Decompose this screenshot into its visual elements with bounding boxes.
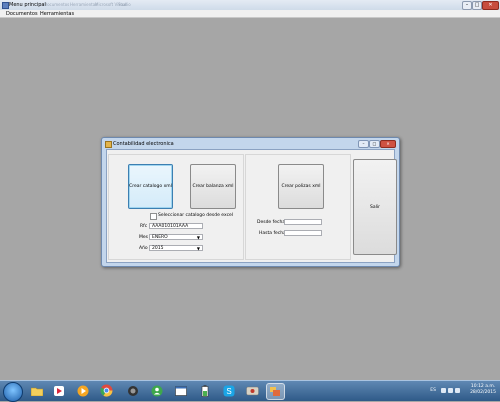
clock[interactable]: 10:12 a.m. 28/02/2015 xyxy=(470,384,496,396)
clock-date: 28/02/2015 xyxy=(470,390,496,395)
close-button[interactable]: ✕ xyxy=(482,1,499,10)
chevron-down-icon: ▼ xyxy=(196,246,200,251)
rfc-label: Rfc xyxy=(140,224,148,229)
folder-icon[interactable] xyxy=(28,383,45,398)
main-window-title: Menu principal xyxy=(9,2,46,8)
svg-text:S: S xyxy=(226,387,231,396)
network-icon[interactable] xyxy=(448,388,453,393)
crear-catalogo-button[interactable]: Crear catalogo xml xyxy=(128,164,173,209)
volume-icon[interactable] xyxy=(455,388,460,393)
dialog-title: Contabilidad electronica xyxy=(113,141,174,147)
media-player-icon[interactable] xyxy=(50,383,67,398)
mes-select[interactable]: ENERO ▼ xyxy=(149,234,203,240)
dialog-minimize-button[interactable]: – xyxy=(358,140,369,148)
tray-icon[interactable] xyxy=(441,388,446,393)
polizas-panel: Crear polizas xml Desde fecha Hasta fech… xyxy=(245,154,351,260)
mes-label: Mes xyxy=(139,235,148,240)
ghost-title-1: Documentos xyxy=(44,2,70,7)
window-icon[interactable] xyxy=(172,383,189,398)
ghost-title-4: Studio xyxy=(118,2,131,7)
dialog-maximize-button[interactable]: □ xyxy=(369,140,380,148)
app-icon[interactable] xyxy=(244,383,261,398)
excel-checkbox-label: Seleccionar catalogo desde excel xyxy=(158,213,234,218)
play-icon[interactable] xyxy=(74,383,91,398)
crear-polizas-button[interactable]: Crear polizas xml xyxy=(278,164,324,209)
user-icon[interactable] xyxy=(148,383,165,398)
ghost-title-2: Herramientas xyxy=(70,2,98,7)
desde-fecha-input[interactable] xyxy=(284,219,322,225)
dialog-icon xyxy=(105,141,112,148)
contabilidad-dialog: Contabilidad electronica – □ ✕ Crear cat… xyxy=(101,137,400,267)
skype-icon[interactable]: S xyxy=(220,383,237,398)
app-icon xyxy=(2,2,9,9)
language-indicator[interactable]: ES xyxy=(430,388,436,393)
salir-button[interactable]: Salir xyxy=(353,159,397,255)
catalog-panel: Crear catalogo xml Crear balanza xml Sel… xyxy=(108,154,244,260)
chevron-down-icon: ▼ xyxy=(196,235,200,240)
crear-balanza-button[interactable]: Crear balanza xml xyxy=(190,164,236,209)
visual-studio-icon[interactable] xyxy=(266,383,285,400)
anio-select[interactable]: 2015 ▼ xyxy=(149,245,203,251)
maximize-button[interactable]: □ xyxy=(472,1,482,10)
chrome-icon[interactable] xyxy=(98,383,115,398)
battery-icon[interactable] xyxy=(196,383,213,398)
dialog-client-area: Crear catalogo xml Crear balanza xml Sel… xyxy=(106,149,397,263)
minimize-button[interactable]: – xyxy=(462,1,472,10)
taskbar: S ES 10:12 a.m. 28/02/2015 xyxy=(0,380,500,402)
anio-value: 2015 xyxy=(152,246,164,251)
menu-bar: Documentos Herramientas xyxy=(0,10,500,18)
game-icon[interactable] xyxy=(124,383,141,398)
rfc-input[interactable]: AAA010101AAA xyxy=(149,223,203,229)
start-button[interactable] xyxy=(3,382,23,402)
dialog-close-button[interactable]: ✕ xyxy=(380,140,396,148)
excel-checkbox[interactable] xyxy=(150,213,157,220)
menu-item-herramientas[interactable]: Herramientas xyxy=(40,11,74,17)
hasta-fecha-input[interactable] xyxy=(284,230,322,236)
anio-label: Año xyxy=(139,246,148,251)
mes-value: ENERO xyxy=(152,235,168,240)
desde-fecha-label: Desde fecha xyxy=(257,220,286,225)
menu-item-documentos[interactable]: Documentos xyxy=(6,11,38,17)
hasta-fecha-label: Hasta fecha xyxy=(259,231,286,236)
